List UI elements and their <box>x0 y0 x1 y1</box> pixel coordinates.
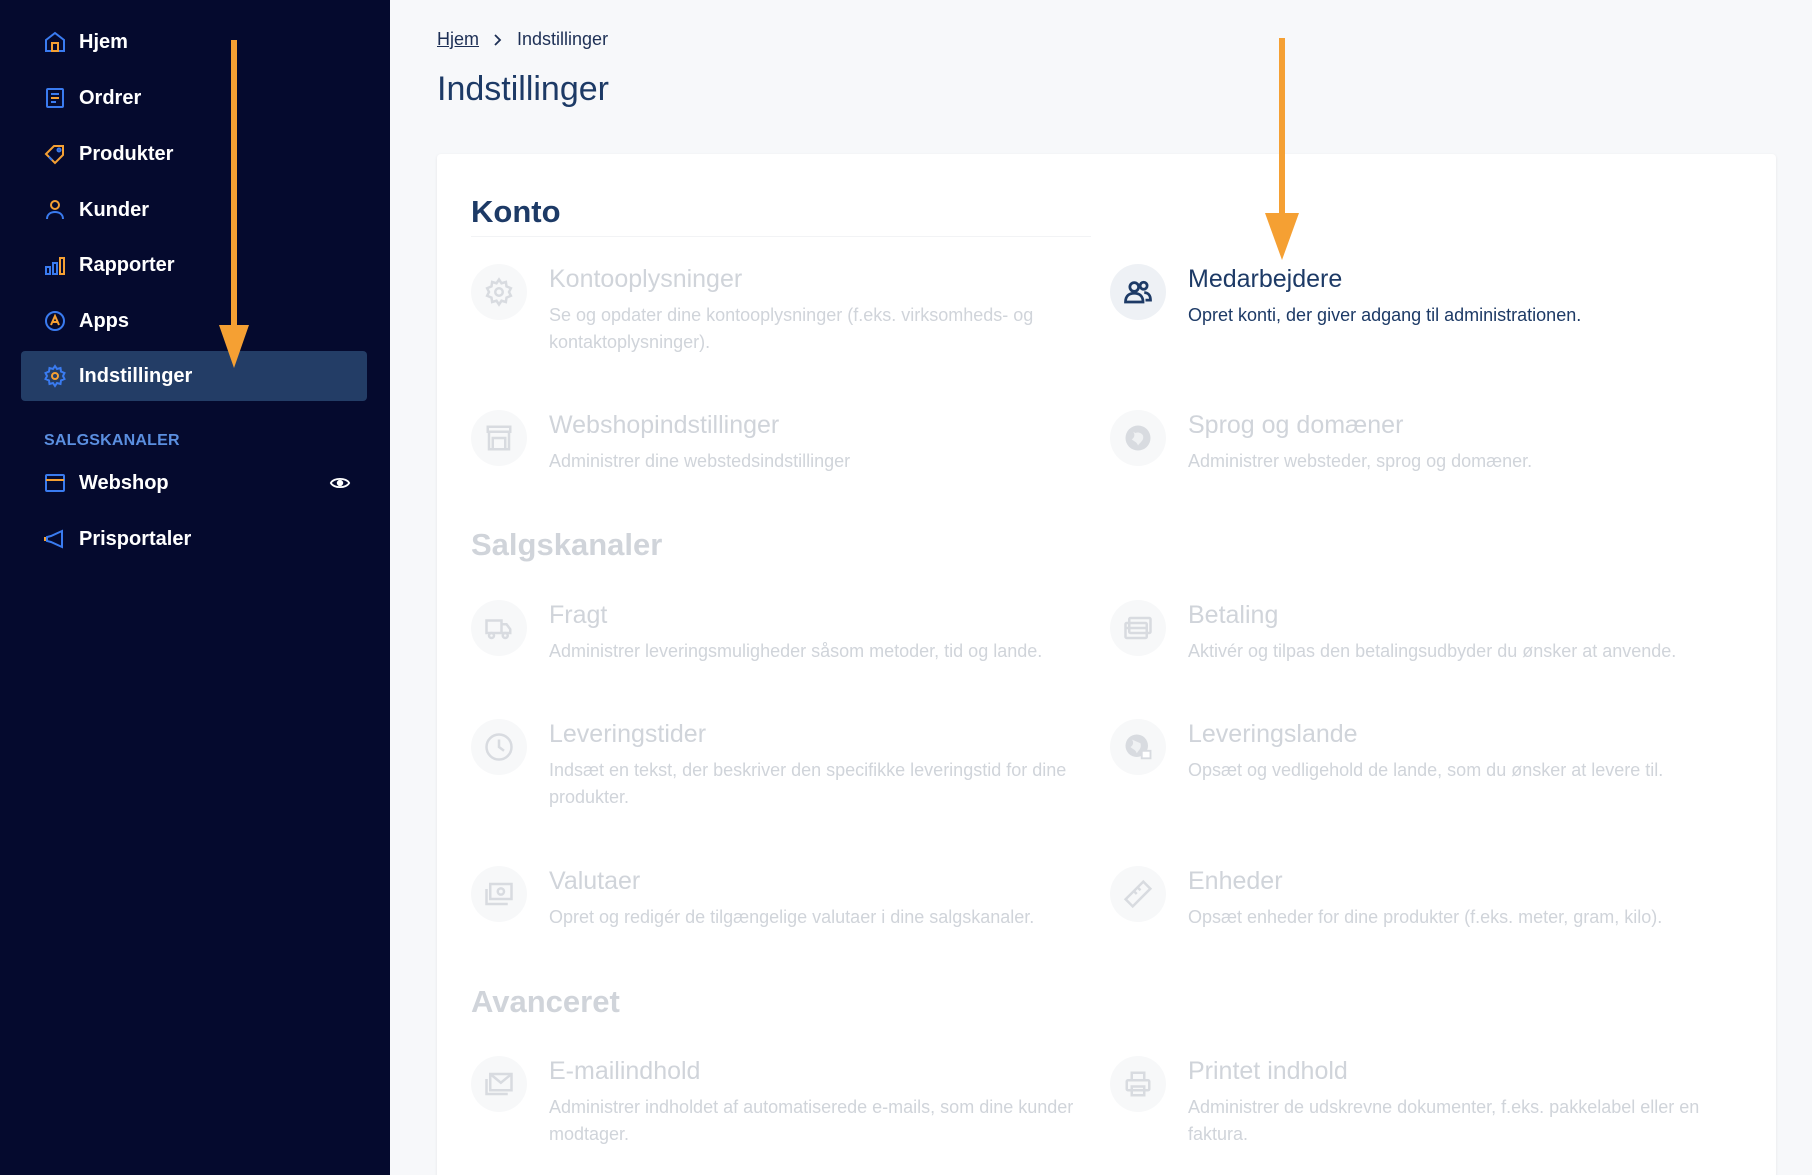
settings-card: Konto Kontooplysninger Se og opdater din… <box>437 154 1776 1175</box>
tag-icon <box>43 142 67 166</box>
users-icon <box>1110 264 1166 320</box>
setting-title: Kontooplysninger <box>549 265 743 293</box>
sidebar-item-kunder[interactable]: Kunder <box>21 185 367 235</box>
main-content: Hjem Indstillinger Indstillinger Konto K… <box>390 0 1812 1175</box>
sidebar-item-label: Apps <box>79 309 129 332</box>
setting-title: Enheder <box>1188 867 1283 895</box>
sidebar-item-webshop[interactable]: Webshop <box>21 458 367 508</box>
section-title-avanceret: Avanceret <box>471 984 620 1019</box>
sidebar-item-label: Kunder <box>79 198 149 221</box>
setting-title: Betaling <box>1188 601 1279 629</box>
eye-icon[interactable] <box>329 472 351 494</box>
divider <box>471 236 1091 237</box>
setting-desc: Administrer websteder, sprog og domæner. <box>1188 451 1533 471</box>
breadcrumb-current: Indstillinger <box>517 29 609 49</box>
setting-desc: Aktivér og tilpas den betalingsudbyder d… <box>1188 641 1677 661</box>
setting-desc: Opsæt enheder for dine produkter (f.eks.… <box>1188 907 1663 927</box>
setting-desc: Se og opdater dine kontooplysninger (f.e… <box>549 305 1034 352</box>
sidebar-item-rapporter[interactable]: Rapporter <box>21 240 367 290</box>
setting-title: E-mailindhold <box>549 1057 701 1085</box>
setting-desc: Opsæt og vedligehold de lande, som du øn… <box>1188 760 1664 780</box>
store-icon <box>43 471 67 495</box>
sidebar-item-label: Prisportaler <box>79 527 192 550</box>
clock-icon <box>471 719 527 775</box>
breadcrumb: Hjem Indstillinger <box>437 29 608 50</box>
truck-icon <box>471 600 527 656</box>
sidebar-item-prisportaler[interactable]: Prisportaler <box>21 514 367 564</box>
setting-desc: Administrer dine webstedsindstillinger <box>549 451 851 471</box>
store-icon <box>471 410 527 466</box>
orders-icon <box>43 86 67 110</box>
sidebar-item-indstillinger[interactable]: Indstillinger <box>21 351 367 401</box>
sidebar-item-label: Ordrer <box>79 86 142 109</box>
setting-title: Valutaer <box>549 867 641 895</box>
section-title-salgskanaler: Salgskanaler <box>471 527 663 562</box>
globe-delivery-icon <box>1110 719 1166 775</box>
setting-title: Printet indhold <box>1188 1057 1348 1085</box>
setting-desc: Indsæt en tekst, der beskriver den speci… <box>549 760 1067 807</box>
setting-desc: Administrer leveringsmuligheder såsom me… <box>549 641 1043 661</box>
gear-icon <box>471 264 527 320</box>
sidebar-item-apps[interactable]: Apps <box>21 296 367 346</box>
setting-title: Sprog og domæner <box>1188 411 1404 439</box>
megaphone-icon <box>43 527 67 551</box>
gear-icon <box>43 364 67 388</box>
chart-icon <box>43 253 67 277</box>
money-icon <box>471 866 527 922</box>
page-title: Indstillinger <box>437 70 609 108</box>
credit-card-icon <box>1110 600 1166 656</box>
setting-desc: Administrer indholdet af automatiserede … <box>549 1097 1074 1144</box>
setting-title: Leveringslande <box>1188 720 1358 748</box>
sidebar-section-label: SALGSKANALER <box>44 432 180 449</box>
setting-title: Medarbejdere <box>1188 265 1343 293</box>
sidebar-item-label: Webshop <box>79 471 169 494</box>
setting-title: Fragt <box>549 601 608 629</box>
sidebar-item-label: Rapporter <box>79 253 175 276</box>
mail-icon <box>471 1056 527 1112</box>
setting-desc: Opret konti, der giver adgang til admini… <box>1188 305 1582 325</box>
home-icon <box>43 30 67 54</box>
sidebar-item-hjem[interactable]: Hjem <box>21 17 367 67</box>
breadcrumb-home-link[interactable]: Hjem <box>437 29 479 50</box>
printer-icon <box>1110 1056 1166 1112</box>
setting-title: Webshopindstillinger <box>549 411 780 439</box>
globe-icon <box>1110 410 1166 466</box>
ruler-icon <box>1110 866 1166 922</box>
chevron-right-icon <box>491 33 505 47</box>
annotation-arrow-icon <box>1265 38 1299 260</box>
setting-desc: Administrer de udskrevne dokumenter, f.e… <box>1188 1097 1700 1144</box>
setting-title: Leveringstider <box>549 720 707 748</box>
sidebar-item-label: Hjem <box>79 30 128 53</box>
sidebar: Hjem Ordrer Produkter Kunder Rapporter A… <box>0 0 390 1175</box>
setting-desc: Opret og redigér de tilgængelige valutae… <box>549 907 1035 927</box>
sidebar-item-ordrer[interactable]: Ordrer <box>21 73 367 123</box>
section-title-konto: Konto <box>471 194 561 229</box>
sidebar-item-label: Indstillinger <box>79 364 193 387</box>
sidebar-item-label: Produkter <box>79 142 174 165</box>
user-icon <box>43 198 67 222</box>
apps-icon <box>43 309 67 333</box>
sidebar-item-produkter[interactable]: Produkter <box>21 129 367 179</box>
annotation-arrow-icon <box>219 40 249 368</box>
